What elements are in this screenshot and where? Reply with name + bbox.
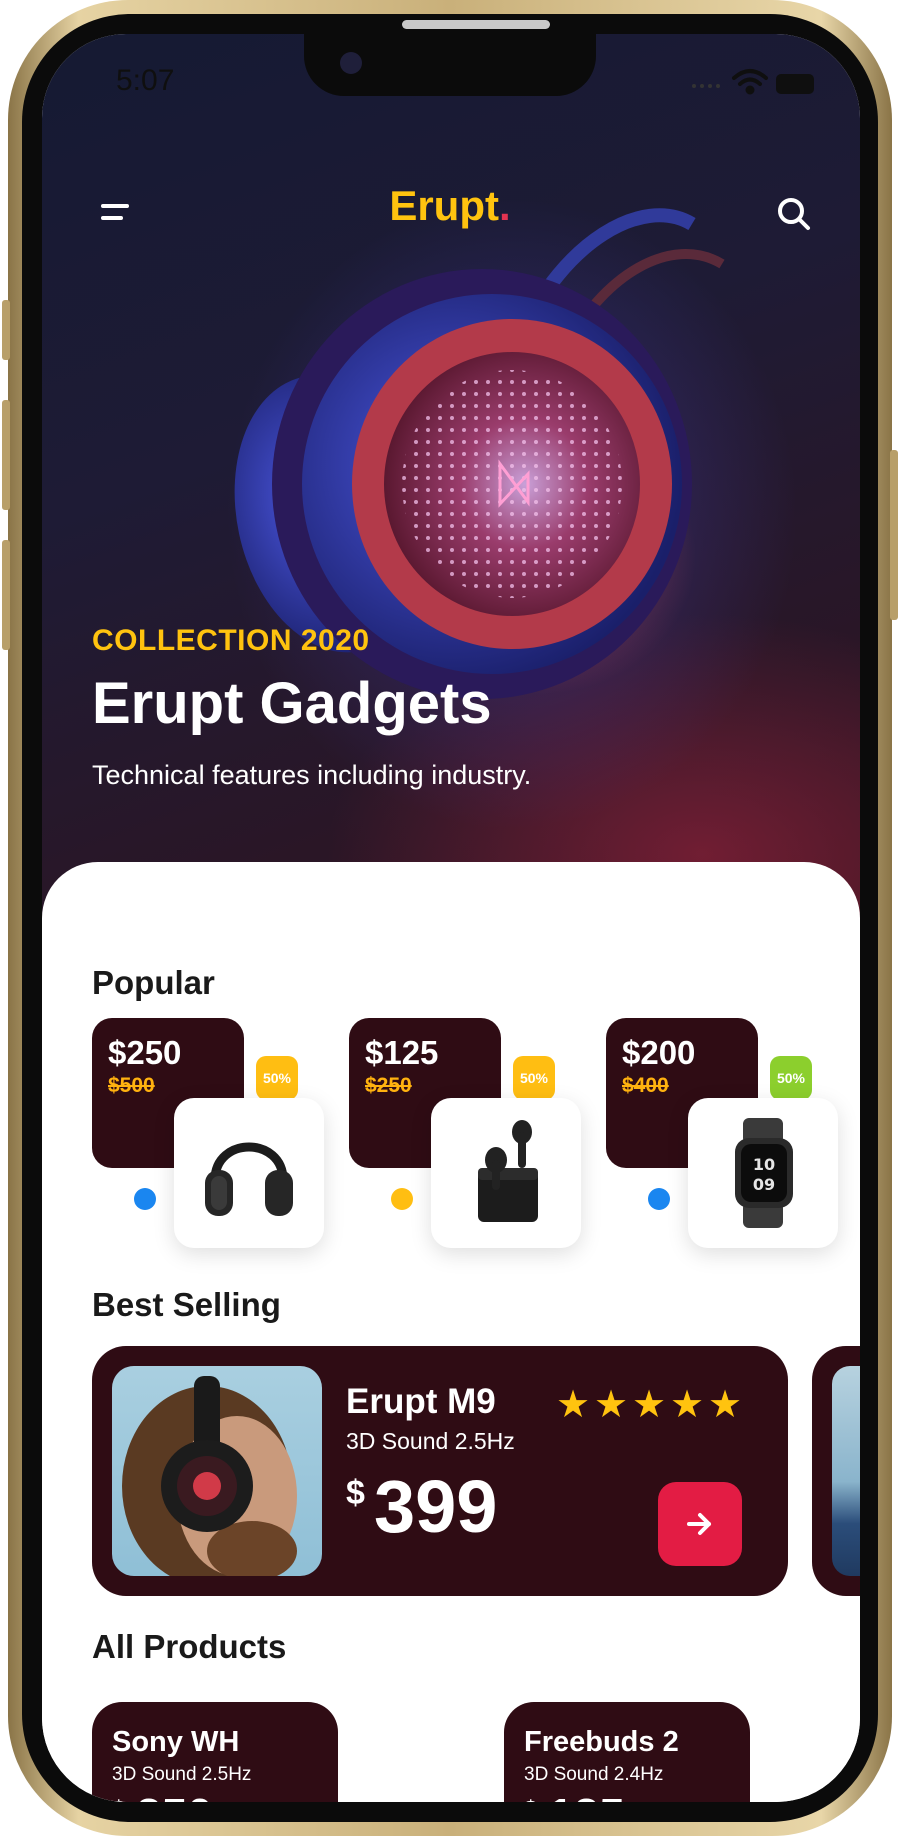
power-button (890, 450, 898, 620)
hero-banner (42, 34, 860, 964)
price: $200 (622, 1034, 696, 1071)
content-sheet: Popular $250 $500 50% $125 $250 50% $200… (42, 862, 860, 1802)
product-image (431, 1098, 581, 1248)
battery-icon (776, 74, 814, 94)
popular-title: Popular (92, 964, 215, 1001)
price-value: 399 (374, 1465, 498, 1548)
man-with-headphones-image (122, 1376, 297, 1576)
product-image (174, 1098, 324, 1248)
product-name: Freebuds 2 (524, 1726, 679, 1758)
star-icon: ★ (670, 1384, 705, 1426)
brand-dot: . (498, 182, 511, 229)
currency-symbol: $ (346, 1474, 365, 1512)
menu-button[interactable] (96, 194, 136, 234)
headphones-icon (205, 1142, 293, 1216)
product-photo (832, 1366, 860, 1576)
speaker-grill (402, 20, 550, 29)
wifi-icon (732, 69, 768, 95)
earbuds-icon (478, 1120, 538, 1222)
hero-kicker: COLLECTION 2020 (92, 624, 370, 657)
best-selling-title: Best Selling (92, 1286, 281, 1323)
status-icons (692, 69, 814, 95)
best-selling-card[interactable]: Erupt M9 3D Sound 2.5Hz $ 399 ★ ★ ★ ★ ★ (92, 1346, 788, 1596)
signal-icon (692, 84, 720, 88)
product-spec: 3D Sound 2.4Hz (524, 1764, 664, 1785)
menu-icon-line-bottom (101, 216, 123, 220)
price-value: 125 (548, 1788, 625, 1802)
status-time: 5:07 (116, 64, 175, 97)
price-value: 250 (136, 1788, 213, 1802)
color-option-dot[interactable] (648, 1188, 670, 1210)
hero-subtitle: Technical features including industry. (92, 760, 532, 790)
hero-title: Erupt Gadgets (92, 671, 492, 736)
best-selling-card-next[interactable] (812, 1346, 860, 1596)
currency-symbol: $ (524, 1796, 537, 1802)
mute-switch (2, 300, 10, 360)
star-icon: ★ (708, 1384, 743, 1426)
app-screen: 5:07 Erupt. COLLECTION 2020 Erupt Gadget… (42, 34, 860, 1802)
product-photo (112, 1366, 322, 1576)
star-icon: ★ (556, 1384, 591, 1426)
menu-icon-line-top (101, 204, 129, 208)
brand-name: Erupt (389, 182, 499, 229)
old-price: $250 (365, 1074, 412, 1097)
popular-card[interactable]: $250 $500 50% (92, 1018, 340, 1254)
product-image: 10 09 (688, 1098, 838, 1248)
star-icon: ★ (594, 1384, 629, 1426)
arrow-right-icon (687, 1513, 711, 1535)
svg-text:10: 10 (753, 1155, 775, 1174)
discount-badge: 50% (513, 1056, 555, 1100)
all-products-title: All Products (92, 1628, 287, 1665)
volume-up-button (2, 400, 10, 510)
color-option-dot[interactable] (391, 1188, 413, 1210)
front-camera (340, 52, 362, 74)
product-name: Erupt M9 (346, 1382, 496, 1421)
discount-badge: 50% (256, 1056, 298, 1100)
discount-badge: 50% (770, 1056, 812, 1100)
old-price: $500 (108, 1074, 155, 1097)
svg-text:09: 09 (753, 1175, 775, 1194)
currency-symbol: $ (112, 1796, 125, 1802)
color-option-dot[interactable] (134, 1188, 156, 1210)
smartwatch-icon: 10 09 (735, 1118, 793, 1228)
view-product-button[interactable] (658, 1482, 742, 1566)
price: $125 (365, 1034, 439, 1071)
product-name: Sony WH (112, 1726, 240, 1758)
product-spec: 3D Sound 2.5Hz (346, 1428, 515, 1454)
popular-card[interactable]: $200 $400 50% 10 09 (606, 1018, 854, 1254)
brand-logo: Erupt. (350, 182, 550, 230)
product-card[interactable]: Sony WH 3D Sound 2.5Hz $ 250 (92, 1702, 338, 1802)
product-card[interactable]: Freebuds 2 3D Sound 2.4Hz $ 125 (504, 1702, 750, 1802)
old-price: $400 (622, 1074, 669, 1097)
product-spec: 3D Sound 2.5Hz (112, 1764, 252, 1785)
star-icon: ★ (632, 1384, 667, 1426)
popular-card[interactable]: $125 $250 50% (349, 1018, 597, 1254)
search-icon[interactable] (772, 192, 816, 236)
price: $250 (108, 1034, 182, 1071)
volume-down-button (2, 540, 10, 650)
